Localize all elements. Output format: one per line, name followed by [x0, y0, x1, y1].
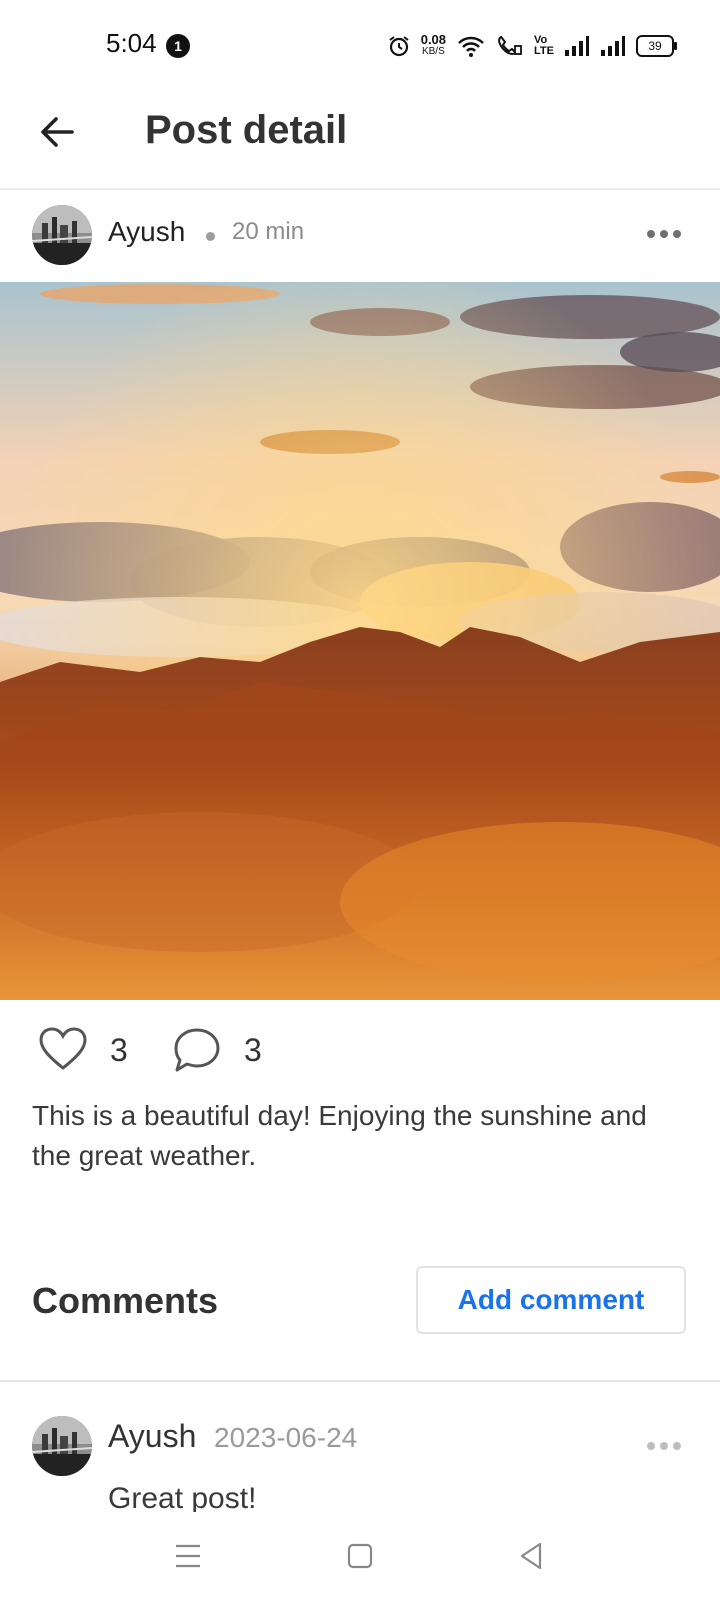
back-triangle-icon[interactable] — [510, 1534, 554, 1578]
avatar-image — [32, 1416, 92, 1476]
add-comment-button[interactable]: Add comment — [416, 1266, 686, 1334]
post-actions: 3 3 — [0, 1020, 720, 1082]
comment-date: 2023-06-24 — [214, 1422, 358, 1453]
net-speed: 0.08 KB/S — [420, 32, 447, 58]
signal-icon — [601, 36, 625, 56]
like-count: 3 — [110, 1032, 128, 1068]
dot-separator — [206, 232, 215, 241]
status-bar: 5:04 1 0.08 KB/S Vo LTE 39 — [0, 0, 720, 88]
avatar[interactable] — [32, 205, 92, 265]
notification-badge: 1 — [166, 34, 190, 58]
post-time: 20 min — [232, 218, 305, 245]
landscape-photo — [0, 282, 720, 1000]
comment-count: 3 — [244, 1032, 262, 1068]
comments-heading: Comments — [32, 1280, 219, 1321]
menu-icon[interactable] — [166, 1534, 210, 1578]
post-image[interactable] — [0, 282, 720, 1000]
comment-item: Ayush 2023-06-24 Great post! — [0, 1382, 720, 1515]
avatar[interactable] — [32, 1416, 92, 1476]
alarm-icon — [389, 36, 409, 57]
volte-label-bottom: LTE — [534, 45, 554, 57]
home-square-icon[interactable] — [338, 1534, 382, 1578]
system-nav-bar — [0, 1512, 720, 1600]
app-header: Post detail — [0, 88, 720, 190]
comment-bubble-icon[interactable] — [172, 1026, 222, 1074]
heart-icon[interactable] — [38, 1026, 88, 1072]
comment-text: Great post! — [108, 1482, 257, 1515]
wifi-icon — [458, 36, 484, 57]
post-header: Ayush 20 min — [0, 190, 720, 282]
signal-icon — [565, 36, 589, 56]
author-name[interactable]: Ayush — [108, 216, 185, 248]
more-options-icon[interactable] — [644, 224, 684, 244]
volte-icon: Vo LTE — [534, 35, 554, 57]
net-speed-unit: KB/S — [421, 46, 445, 57]
post-caption: This is a beautiful day! Enjoying the su… — [32, 1100, 647, 1171]
status-icons: 0.08 KB/S Vo LTE 39 — [387, 30, 677, 62]
arrow-left-icon[interactable] — [36, 110, 80, 154]
more-options-icon[interactable] — [644, 1436, 684, 1456]
avatar-image — [32, 205, 92, 265]
battery-icon: 39 — [636, 35, 677, 57]
comment-author[interactable]: Ayush — [108, 1418, 196, 1455]
status-time: 5:04 — [106, 28, 157, 58]
page-title: Post detail — [145, 108, 348, 152]
call-icon — [498, 35, 522, 56]
net-speed-value: 0.08 — [420, 32, 447, 47]
